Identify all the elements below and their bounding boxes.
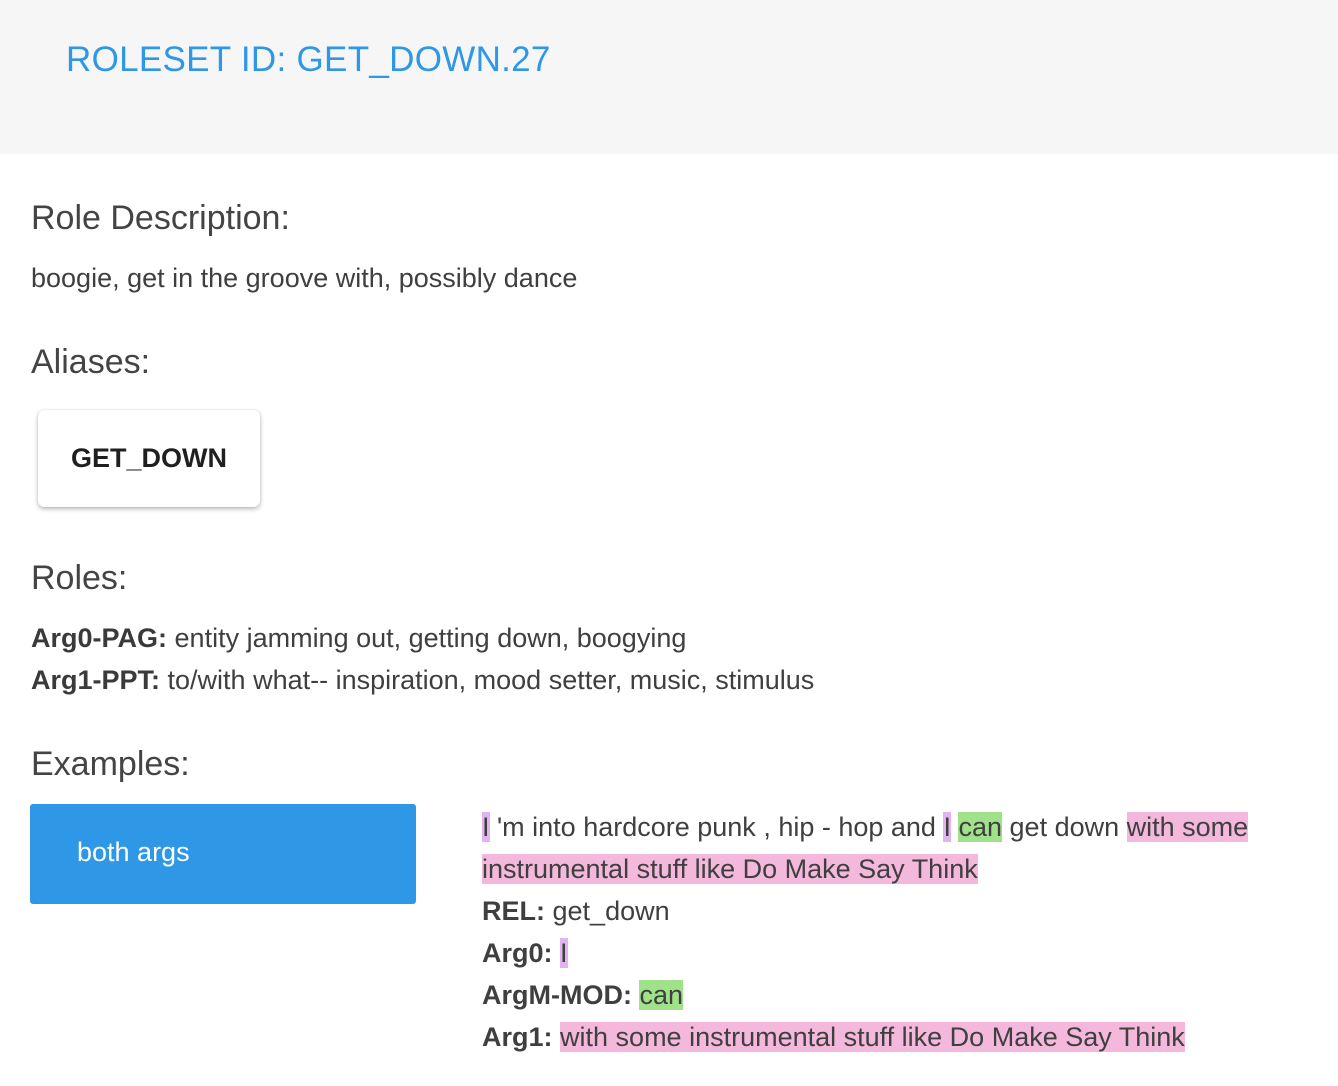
role-item: Arg1-PPT: to/with what-- inspiration, mo… — [31, 665, 814, 696]
arg1-highlight: instrumental stuff like Do Make Say Thin… — [482, 854, 978, 884]
aliases-heading: Aliases: — [31, 343, 151, 381]
example-arg1: Arg1: with some instrumental stuff like … — [482, 1016, 1312, 1058]
role-label: Arg0-PAG: — [31, 623, 168, 653]
arg0-highlight: I — [943, 812, 951, 842]
example-rel: REL: get_down — [482, 890, 1312, 932]
role-label: Arg1-PPT: — [31, 665, 161, 695]
rel-value: get_down — [552, 896, 670, 926]
rel-label: REL: — [482, 896, 545, 926]
role-description: entity jamming out, getting down, boogyi… — [174, 623, 687, 653]
arg1-highlight: with some — [1126, 812, 1249, 842]
role-item: Arg0-PAG: entity jamming out, getting do… — [31, 623, 686, 654]
sentence-text: 'm into hardcore punk , hip - hop and — [489, 812, 944, 842]
arg1-label: Arg1: — [482, 1022, 553, 1052]
arg0-value: I — [560, 938, 568, 968]
sentence-text: get down — [1002, 812, 1127, 842]
roleset-title: ROLESET ID: GET_DOWN.27 — [66, 40, 551, 79]
example-sentence: I 'm into hardcore punk , hip - hop and … — [482, 806, 1312, 848]
arg1-value: with some instrumental stuff like Do Mak… — [560, 1022, 1185, 1052]
example-argm-mod: ArgM-MOD: can — [482, 974, 1312, 1016]
argm-mod-label: ArgM-MOD: — [482, 980, 632, 1010]
example-arg0: Arg0: I — [482, 932, 1312, 974]
example-sentence-continued: instrumental stuff like Do Make Say Thin… — [482, 848, 1312, 890]
role-description: to/with what-- inspiration, mood setter,… — [167, 665, 815, 695]
example-panel: I 'm into hardcore punk , hip - hop and … — [482, 806, 1312, 1058]
arg0-highlight: I — [482, 812, 490, 842]
page-header: ROLESET ID: GET_DOWN.27 — [0, 0, 1338, 154]
role-description-text: boogie, get in the groove with, possibly… — [31, 263, 578, 293]
example-tab-both-args[interactable]: both args — [30, 804, 416, 904]
role-description-heading: Role Description: — [31, 199, 290, 237]
alias-chip-get-down[interactable]: GET_DOWN — [38, 410, 260, 507]
examples-heading: Examples: — [31, 745, 190, 783]
argm-mod-value: can — [639, 980, 684, 1010]
argm-mod-highlight: can — [958, 812, 1003, 842]
roles-heading: Roles: — [31, 559, 128, 597]
arg0-label: Arg0: — [482, 938, 553, 968]
